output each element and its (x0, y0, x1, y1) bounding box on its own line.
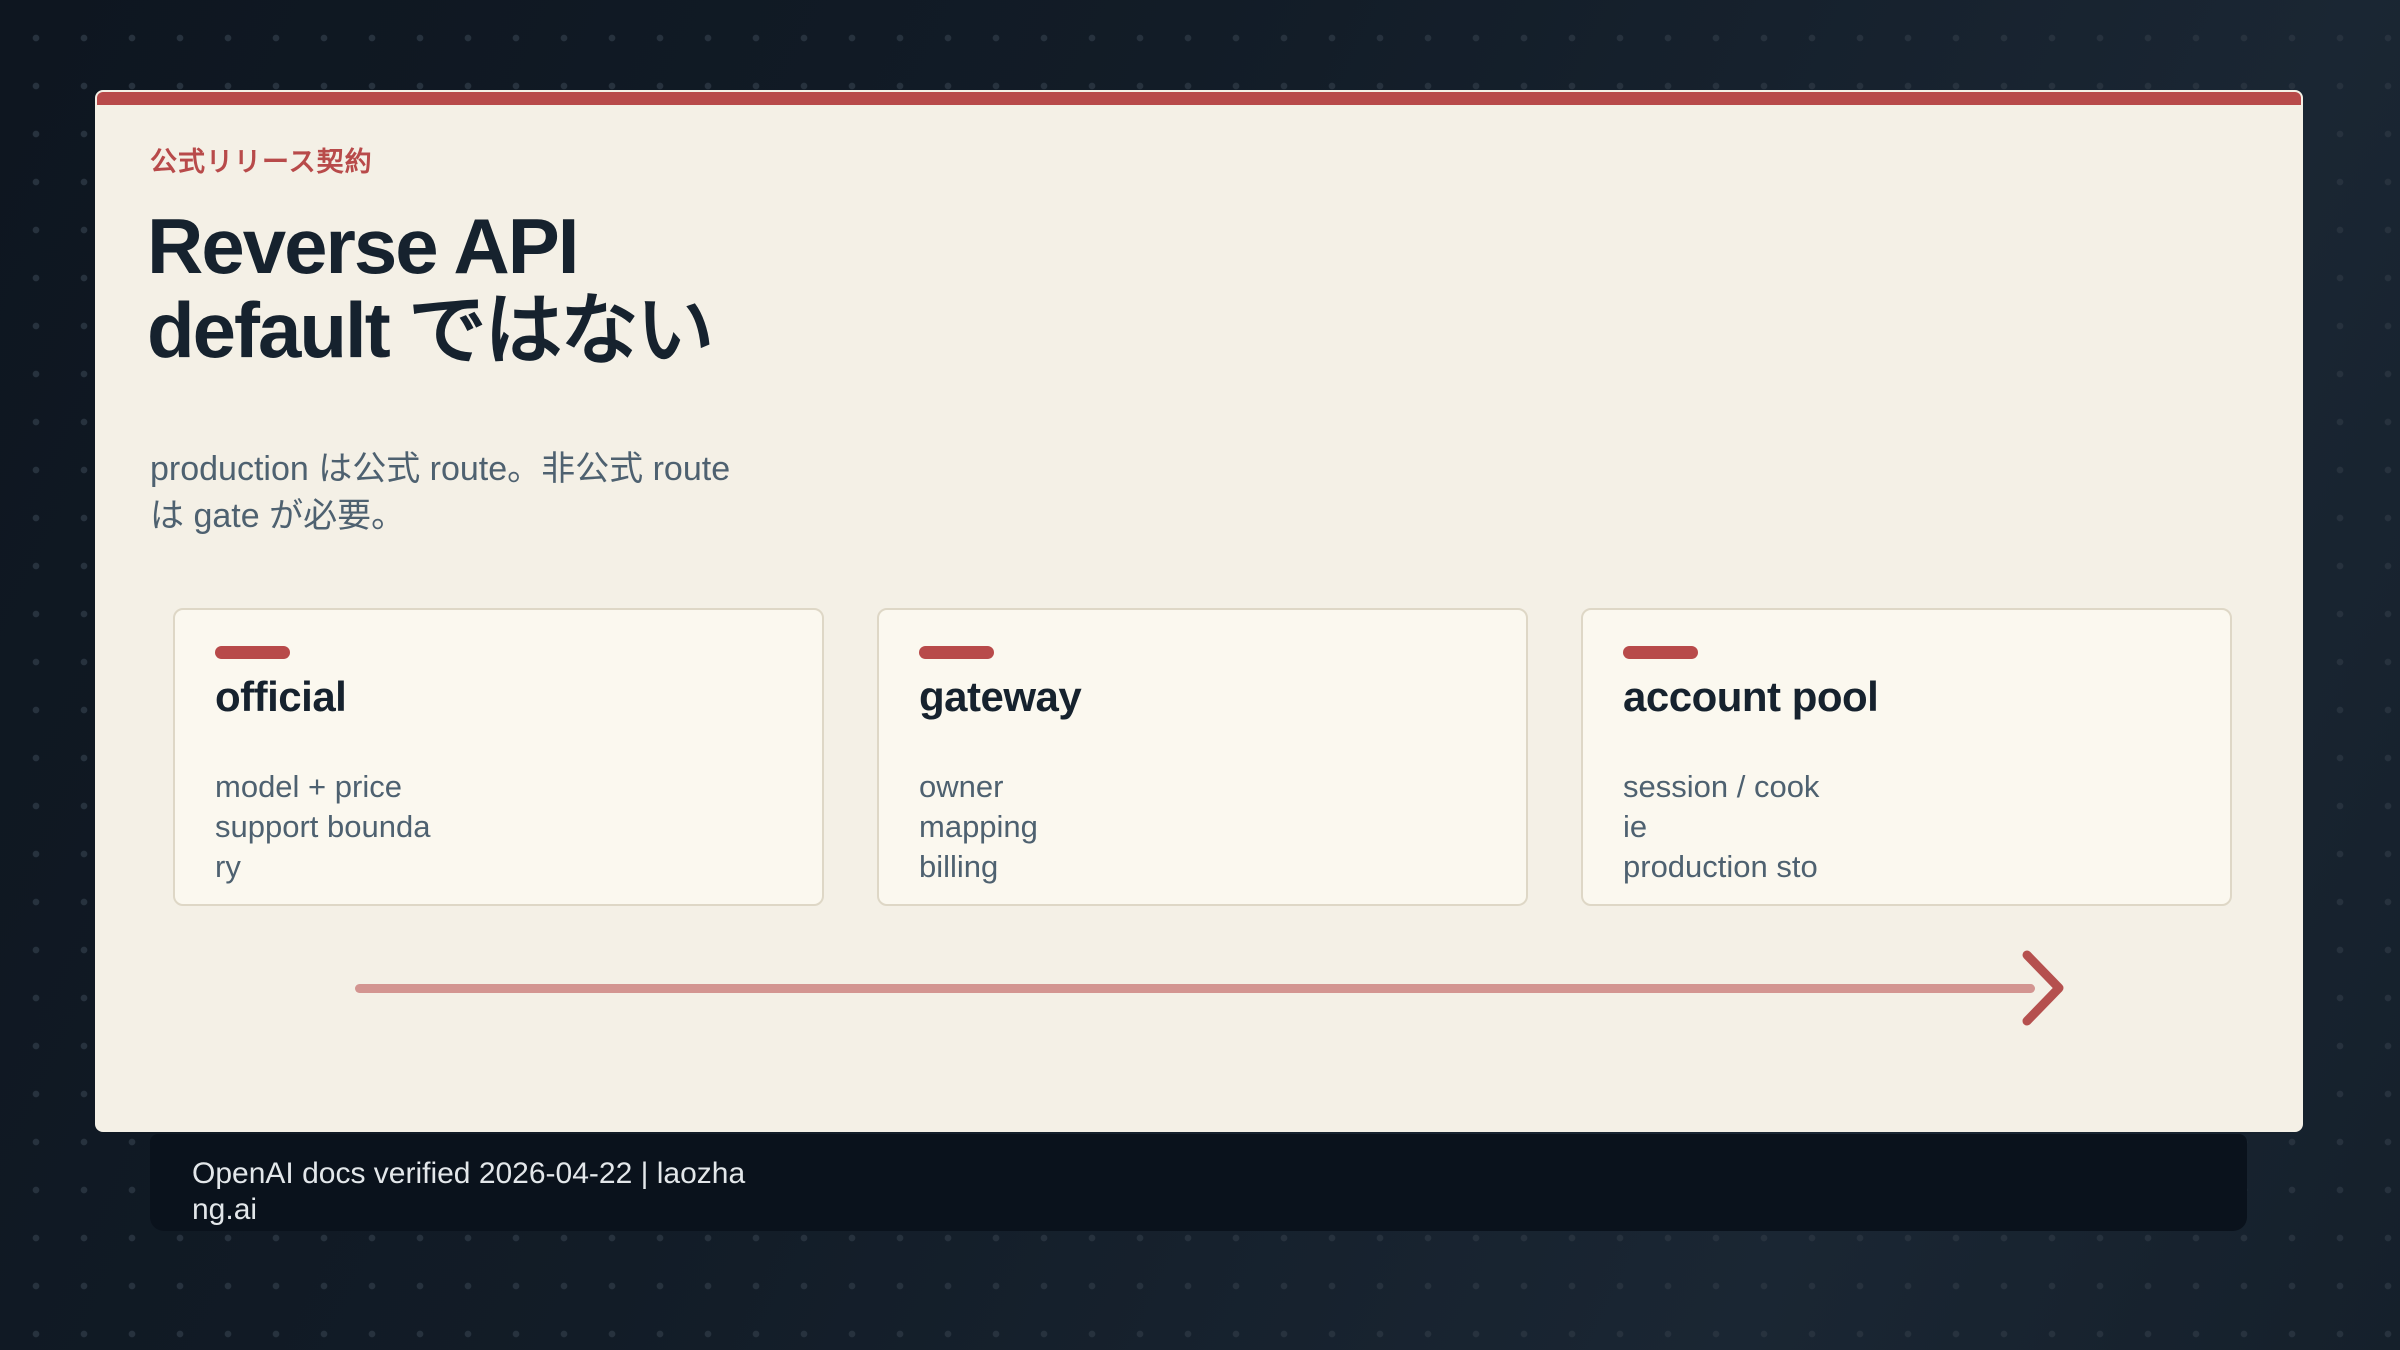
card-title: account pool (1623, 673, 1879, 720)
card-accent-dash (215, 646, 290, 659)
card-body: session / cook ie production sto (1623, 769, 1820, 884)
eyebrow-label: 公式リリース契約 (150, 147, 373, 177)
card-account-pool: account pool session / cook ie production … (1581, 608, 2232, 906)
slide-subtitle: production は公式 route。非公式 route は gate が必要… (150, 450, 731, 535)
footer-text: OpenAI docs verified 2026-04-22 | laozha… (192, 1157, 746, 1226)
card-title: official (215, 673, 347, 720)
cards-row: official model + price support bounda ry g… (173, 608, 2232, 906)
card-gateway: gateway owner mapping billing (877, 608, 1528, 906)
card-accent-dash (1623, 646, 1698, 659)
slide-panel: 公式リリース契約 Reverse API default ではない product… (95, 90, 2303, 1132)
arrow-shaft (355, 983, 2035, 993)
card-accent-dash (919, 646, 994, 659)
footer-bar: OpenAI docs verified 2026-04-22 | laozha… (150, 1134, 2247, 1231)
flow-arrow (355, 946, 2067, 1030)
card-body: owner mapping billing (919, 769, 1038, 884)
card-official: official model + price support bounda ry (173, 608, 824, 906)
card-title: gateway (919, 673, 1082, 720)
card-body: model + price support bounda ry (215, 769, 431, 884)
slide-title: Reverse API default ではない (147, 202, 714, 374)
arrow-right-icon (2022, 950, 2064, 1026)
accent-topbar (97, 92, 2301, 105)
page-background: 公式リリース契約 Reverse API default ではない product… (0, 0, 2400, 1350)
